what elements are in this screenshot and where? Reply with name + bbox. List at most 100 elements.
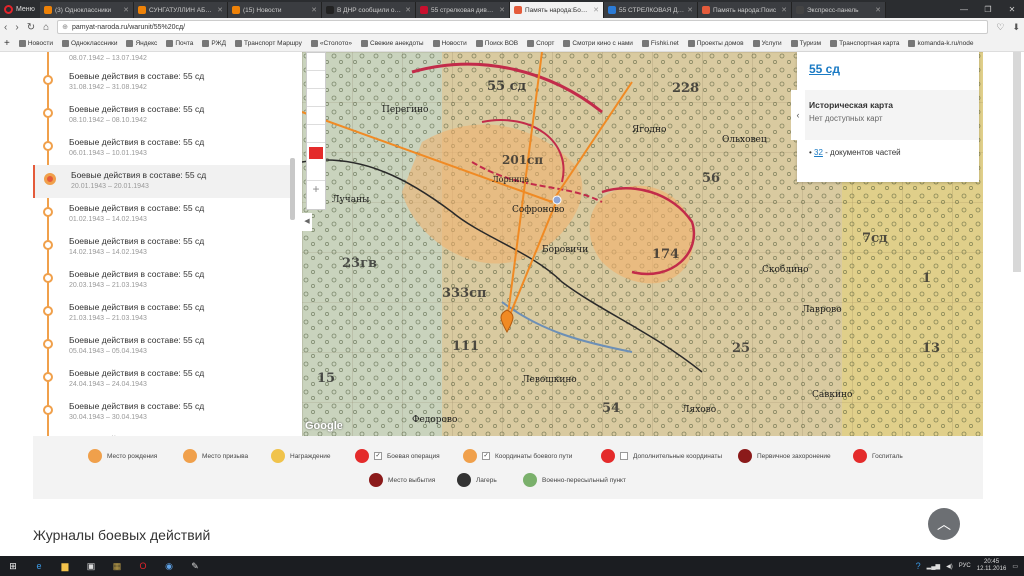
unit-link[interactable]: 55 сд xyxy=(797,52,979,76)
bookmark-item[interactable]: Fishki.net xyxy=(641,40,679,47)
timeline-item[interactable]: Боевые действия в составе: 55 сд 20.03.19… xyxy=(33,264,291,297)
timeline-item[interactable]: Боевые действия в составе: 55 сд 24.04.19… xyxy=(33,363,291,396)
forward-icon[interactable]: › xyxy=(15,22,18,33)
historic-map-block[interactable]: ‹ Историческая карта Нет доступных карт xyxy=(791,90,979,140)
network-icon[interactable]: ▂▄▆ xyxy=(927,563,940,570)
bookmark-item[interactable]: Поиск ВОВ xyxy=(475,40,518,47)
close-icon[interactable]: ✕ xyxy=(1000,5,1024,14)
clock[interactable]: 20:45 12.11.2016 xyxy=(977,559,1007,573)
timeline-item[interactable]: Боевые действия в составе: 55 сд 14.02.19… xyxy=(33,231,291,264)
edge-icon[interactable]: e xyxy=(26,556,52,576)
browser-tab[interactable]: СУНГАТУЛЛИН АБДУЛ ✕ xyxy=(134,2,228,18)
bookmark-item[interactable]: Яндекс xyxy=(126,40,157,47)
opera-taskbar-icon[interactable]: O xyxy=(130,556,156,576)
tab-close-icon[interactable]: ✕ xyxy=(687,6,693,14)
tab-close-icon[interactable]: ✕ xyxy=(593,6,599,14)
page-scrollbar[interactable] xyxy=(1013,52,1021,272)
browser-tab[interactable]: (15) Новости ✕ xyxy=(228,2,322,18)
url-field[interactable]: ⊕ pamyat-naroda.ru/warunit/55%20сд/ xyxy=(57,20,989,34)
legend-item[interactable]: ✓ Боевая операция xyxy=(355,449,440,463)
browser-tab[interactable]: 55 стрелковая дивизи ✕ xyxy=(416,2,510,18)
tab-close-icon[interactable]: ✕ xyxy=(875,6,881,14)
timeline-item[interactable]: Боевые действия в составе: 55 сд 06.01.19… xyxy=(33,132,291,165)
timeline-item[interactable]: Боевые действия в составе: 55 сд 30.04.19… xyxy=(33,396,291,429)
active-layer-swatch[interactable] xyxy=(309,147,323,159)
legend-item[interactable]: Дополнительные координаты xyxy=(601,449,722,463)
tab-close-icon[interactable]: ✕ xyxy=(499,6,505,14)
layer-slot[interactable] xyxy=(307,53,325,71)
globe-icon[interactable]: ◉ xyxy=(156,556,182,576)
add-bookmark-icon[interactable]: + xyxy=(4,38,10,49)
bookmark-item[interactable]: Транспортная карта xyxy=(830,40,899,47)
bookmark-item[interactable]: komanda-k.ru/node xyxy=(908,40,973,47)
collapse-sidebar-icon[interactable]: ◀ xyxy=(302,213,312,231)
site-info-icon[interactable]: ⊕ xyxy=(62,23,68,31)
tab-close-icon[interactable]: ✕ xyxy=(405,6,411,14)
tab-close-icon[interactable]: ✕ xyxy=(123,6,129,14)
tab-bar: Меню (3) Одноклассники ✕ СУНГАТУЛЛИН АБДУЛ… xyxy=(0,0,1024,18)
bookmark-item[interactable]: РЖД xyxy=(202,40,226,47)
layer-slot[interactable] xyxy=(307,107,325,125)
bookmark-item[interactable]: Одноклассники xyxy=(62,40,117,47)
zoom-in-icon[interactable]: + xyxy=(307,181,325,197)
timeline-item[interactable]: Боевые действия в составе: 55 сд 01.02.19… xyxy=(33,198,291,231)
timeline-item[interactable]: Боевые действия в составе: 55 сд 31.08.19… xyxy=(33,66,291,99)
documents-count-link[interactable]: 32 xyxy=(814,148,823,157)
browser-tab[interactable]: Экспресс-панель ✕ xyxy=(792,2,886,18)
timeline-item[interactable]: Боевые действия в составе: 55 сд 05.04.19… xyxy=(33,330,291,363)
reload-icon[interactable]: ↻ xyxy=(27,22,35,33)
layer-slot[interactable] xyxy=(307,163,325,181)
legend-checkbox[interactable]: ✓ xyxy=(482,452,490,460)
help-icon[interactable]: ? xyxy=(916,561,921,571)
back-icon[interactable]: ‹ xyxy=(4,22,7,33)
bookmark-item[interactable]: Смотри кино с нами xyxy=(563,40,633,47)
home-icon[interactable]: ⌂ xyxy=(43,22,49,33)
minimize-icon[interactable]: — xyxy=(952,5,976,14)
unit-info-panel: 55 сд ‹ Историческая карта Нет доступных… xyxy=(791,52,979,182)
layer-slot[interactable] xyxy=(307,71,325,89)
volume-icon[interactable]: ◀) xyxy=(946,563,953,570)
browser-tab[interactable]: (3) Одноклассники ✕ xyxy=(40,2,134,18)
bookmark-item[interactable]: Свежие анекдоты xyxy=(361,40,424,47)
app-icon[interactable]: ▦ xyxy=(104,556,130,576)
legend-checkbox[interactable]: ✓ xyxy=(374,452,382,460)
bookmark-item[interactable]: Почта xyxy=(166,40,193,47)
bookmark-item[interactable]: Туризм xyxy=(790,40,821,47)
timeline-item[interactable]: Боевые действия в составе: 55 сд 21.03.19… xyxy=(33,297,291,330)
store-icon[interactable]: ▣ xyxy=(78,556,104,576)
browser-tab[interactable]: Память народа:Поис ✕ xyxy=(698,2,792,18)
scroll-top-button[interactable]: ︿ xyxy=(928,508,960,540)
tab-close-icon[interactable]: ✕ xyxy=(217,6,223,14)
windows-start-icon[interactable]: ⊞ xyxy=(0,556,26,576)
timeline-item[interactable]: Боевые действия в составе: 55 сд 08.10.19… xyxy=(33,99,291,132)
browser-tab[interactable]: В ДНР сообщили о пол ✕ xyxy=(322,2,416,18)
bookmark-item[interactable]: Услуги xyxy=(752,40,782,47)
legend-checkbox[interactable] xyxy=(620,452,628,460)
file-explorer-icon[interactable]: ▆ xyxy=(52,556,78,576)
heart-icon[interactable]: ♡ xyxy=(996,22,1004,33)
bookmark-item[interactable]: Новости xyxy=(432,40,467,47)
layer-slot[interactable] xyxy=(307,89,325,107)
download-icon[interactable]: ⬇ xyxy=(1012,22,1020,33)
bookmark-item[interactable]: «Столото» xyxy=(310,40,352,47)
bookmark-item[interactable]: Спорт xyxy=(527,40,554,47)
chevron-left-icon[interactable]: ‹ xyxy=(791,90,805,140)
browser-tab[interactable]: 55 СТРЕЛКОВАЯ ДИВИ ✕ xyxy=(604,2,698,18)
bookmark-item[interactable]: Новости xyxy=(18,40,53,47)
browser-tab[interactable]: Память народа:Боевой ✕ xyxy=(510,2,604,18)
chat-icon[interactable]: ✎ xyxy=(182,556,208,576)
notifications-icon[interactable]: ▭ xyxy=(1012,563,1018,570)
legend-item[interactable]: ✓ Координаты боевого пути xyxy=(463,449,572,463)
timeline-item[interactable]: Боевые действия в составе: 55 сд 20.01.19… xyxy=(33,165,291,198)
restore-icon[interactable]: ❐ xyxy=(976,5,1000,14)
bookmark-item[interactable]: Проекты домов xyxy=(687,40,744,47)
svg-text:Перегино: Перегино xyxy=(382,105,428,115)
sidebar-scrollbar[interactable] xyxy=(290,158,295,220)
bookmark-item[interactable]: Транспорт Маршру xyxy=(235,40,302,47)
timeline-item[interactable]: Боевые действия в составе: 55 сд xyxy=(33,429,291,436)
layer-slot[interactable] xyxy=(307,125,325,143)
language-indicator[interactable]: РУС xyxy=(959,563,971,569)
opera-menu-button[interactable]: Меню xyxy=(0,0,40,18)
tab-close-icon[interactable]: ✕ xyxy=(311,6,317,14)
tab-close-icon[interactable]: ✕ xyxy=(781,6,787,14)
